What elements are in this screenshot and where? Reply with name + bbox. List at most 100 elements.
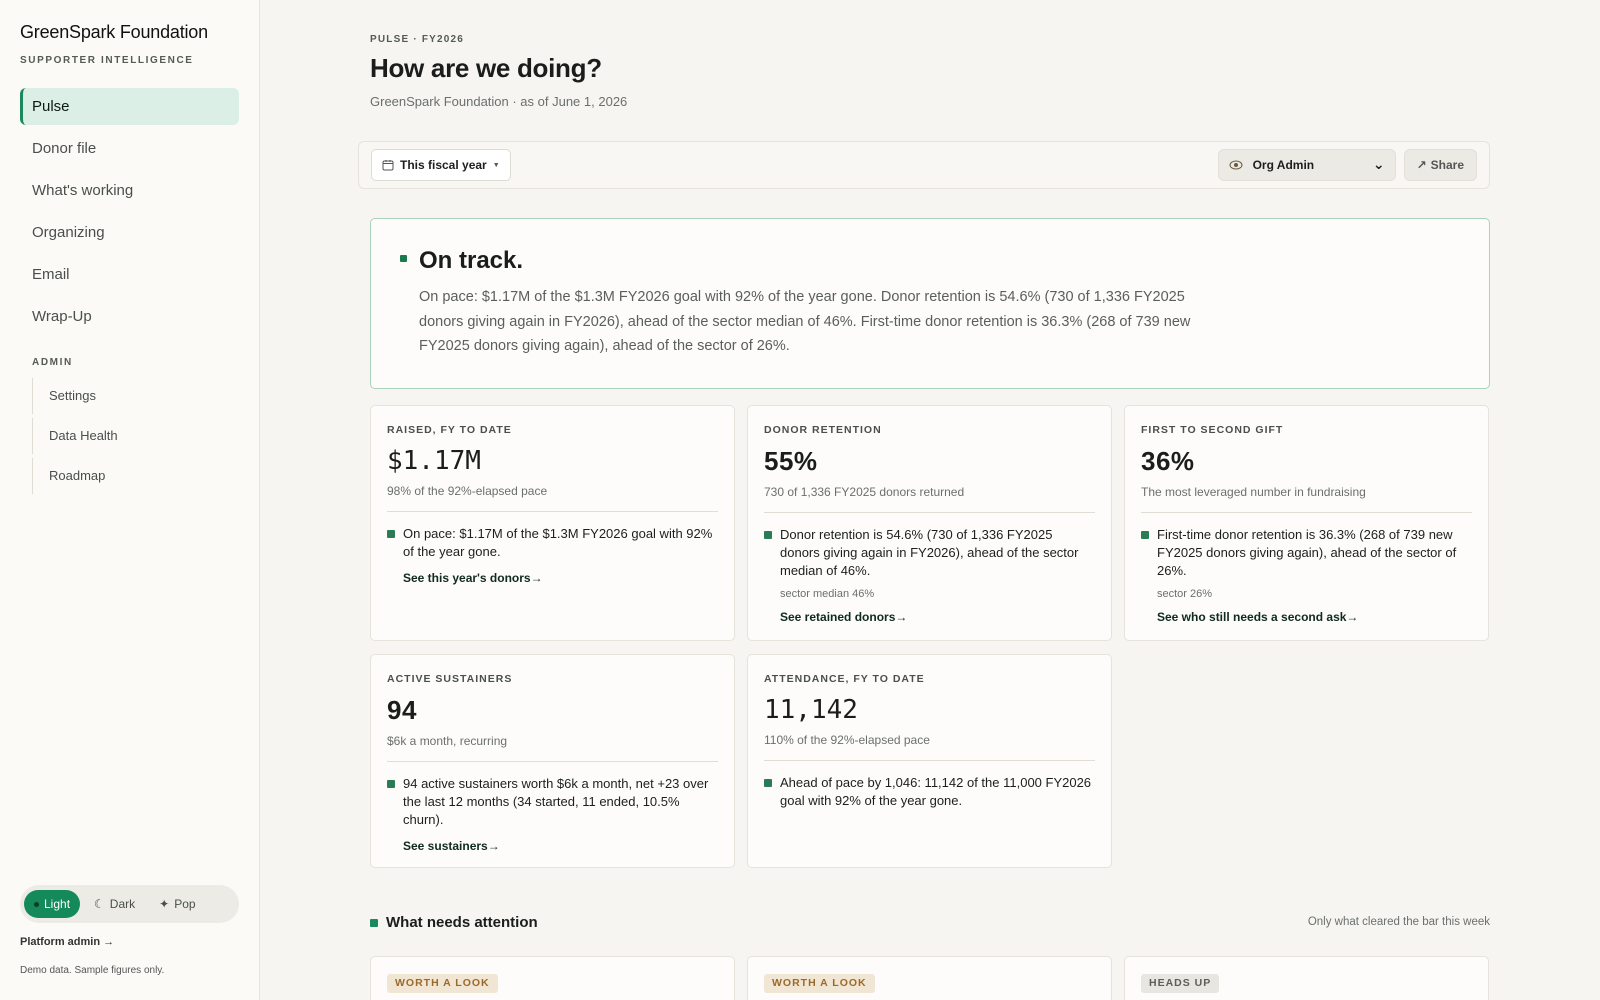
metric-subtext: The most leveraged number in fundraising [1141, 485, 1366, 499]
role-select-label: Org Admin [1252, 158, 1315, 172]
nav-item-roadmap[interactable]: Roadmap [32, 458, 239, 494]
metric-note-text: On pace: $1.17M of the $1.3M FY2026 goal… [403, 526, 713, 559]
theme-pop-button[interactable]: ✦ Pop [149, 890, 205, 918]
caret-down-icon: ▼ [492, 161, 500, 169]
metric-subtext: $6k a month, recurring [387, 734, 508, 748]
demo-note: Demo data. Sample figures only. [20, 965, 165, 976]
sidebar: GreenSpark Foundation SUPPORTER INTELLIG… [0, 0, 260, 1000]
theme-toggle: Light ☾ Dark ✦ Pop [20, 885, 239, 923]
attention-title: What needs attention [386, 914, 538, 931]
theme-light-label: Light [44, 897, 71, 911]
metric-label: DONOR RETENTION [764, 424, 882, 436]
attention-header: What needs attention Only what cleared t… [370, 912, 1490, 936]
toolbar: This fiscal year ▼ Org Admin ⌄ ↗ Share [358, 141, 1490, 189]
see-sustainers-link[interactable]: See sustainers→ [387, 839, 718, 853]
metric-note: Donor retention is 54.6% (730 of 1,336 F… [764, 526, 1095, 580]
attention-card[interactable]: WORTH A LOOK [747, 956, 1112, 1000]
nav-item-organizing[interactable]: Organizing [20, 214, 239, 251]
metric-value: $1.17M [387, 446, 481, 476]
nav-item-email[interactable]: Email [20, 256, 239, 293]
metric-benchmark: sector median 46% [780, 588, 875, 600]
attention-badge: WORTH A LOOK [764, 974, 875, 993]
metric-note: 94 active sustainers worth $6k a month, … [387, 775, 718, 829]
period-select[interactable]: This fiscal year ▼ [371, 149, 511, 181]
metric-value: 36% [1141, 446, 1195, 476]
see-this-years-donors-link[interactable]: See this year's donors→ [387, 571, 718, 585]
theme-dark-label: Dark [109, 897, 136, 911]
metric-value: 94 [387, 695, 417, 725]
metric-benchmark: sector 26% [1157, 588, 1213, 600]
page-eyebrow: PULSE · FY2026 [370, 34, 465, 45]
metric-note: On pace: $1.17M of the $1.3M FY2026 goal… [387, 525, 718, 561]
divider [764, 512, 1095, 513]
theme-pop-label: Pop [174, 897, 196, 911]
divider [764, 760, 1095, 761]
brand-name: GreenSpark Foundation [20, 22, 208, 42]
metric-note-text: Ahead of pace by 1,046: 11,142 of the 11… [780, 775, 1092, 808]
share-button[interactable]: ↗ Share [1403, 149, 1477, 181]
metric-note: Ahead of pace by 1,046: 11,142 of the 11… [764, 774, 1095, 810]
metric-subtext: 730 of 1,336 FY2025 donors returned [764, 485, 965, 499]
period-select-label: This fiscal year [400, 158, 487, 172]
moon-icon: ☾ [94, 897, 105, 911]
nav-item-whats-working[interactable]: What's working [20, 172, 239, 209]
metric-card-second-gift: FIRST TO SECOND GIFT 36% The most levera… [1124, 405, 1489, 641]
metric-label: ACTIVE SUSTAINERS [387, 673, 513, 685]
attention-note: Only what cleared the bar this week [1307, 916, 1490, 928]
page-title: How are we doing? [370, 53, 602, 83]
role-select[interactable]: Org Admin ⌄ [1217, 149, 1396, 181]
metric-card-attendance: ATTENDANCE, FY TO DATE 11,142 110% of th… [747, 654, 1112, 868]
status-title: On track. [419, 247, 524, 274]
bullet-icon [1141, 531, 1149, 539]
main-content: PULSE · FY2026 How are we doing? GreenSp… [358, 0, 1490, 1000]
toolbar-right: Org Admin ⌄ ↗ Share [1217, 149, 1477, 181]
metric-value: 55% [764, 446, 818, 476]
theme-light-button[interactable]: Light [24, 890, 81, 918]
nav-item-donor-file[interactable]: Donor file [20, 130, 239, 167]
sparkle-icon: ✦ [159, 897, 170, 911]
share-arrow-icon: ↗ [1416, 158, 1427, 172]
metric-card-sustainers: ACTIVE SUSTAINERS 94 $6k a month, recurr… [370, 654, 735, 868]
section-bullet-icon [370, 919, 378, 927]
bullet-icon [764, 779, 772, 787]
metric-subtext: 110% of the 92%-elapsed pace [764, 733, 930, 747]
metric-card-raised: RAISED, FY TO DATE $1.17M 98% of the 92%… [370, 405, 735, 641]
eye-icon [1229, 160, 1243, 170]
metric-note-text: First-time donor retention is 36.3% (268… [1157, 527, 1457, 578]
metric-value: 11,142 [764, 695, 858, 725]
calendar-icon [382, 160, 394, 171]
share-label: Share [1430, 158, 1464, 172]
bullet-icon [387, 780, 395, 788]
metric-note: First-time donor retention is 36.3% (268… [1141, 526, 1472, 580]
attention-card[interactable]: HEADS UP [1124, 956, 1489, 1000]
brand-subtitle: SUPPORTER INTELLIGENCE [20, 55, 194, 66]
see-second-ask-link[interactable]: See who still needs a second ask→ [1141, 610, 1472, 624]
nav-item-settings[interactable]: Settings [32, 378, 239, 414]
status-indicator [400, 255, 407, 262]
attention-card[interactable]: WORTH A LOOK [370, 956, 735, 1000]
see-retained-donors-link[interactable]: See retained donors→ [764, 610, 1095, 624]
attention-badge: WORTH A LOOK [387, 974, 498, 993]
nav-item-pulse[interactable]: Pulse [20, 88, 239, 125]
status-card: On track. On pace: $1.17M of the $1.3M F… [370, 218, 1490, 389]
divider [1141, 512, 1472, 513]
nav-item-data-health[interactable]: Data Health [32, 418, 239, 454]
platform-admin-link[interactable]: Platform admin → [20, 936, 114, 948]
main-nav: Pulse Donor file What's working Organizi… [20, 88, 239, 335]
attention-badge: HEADS UP [1141, 974, 1220, 993]
metric-label: FIRST TO SECOND GIFT [1141, 424, 1284, 436]
status-summary: On pace: $1.17M of the $1.3M FY2026 goal… [419, 289, 1191, 354]
metric-note-text: 94 active sustainers worth $6k a month, … [403, 776, 709, 827]
page-subtitle: GreenSpark Foundation · as of June 1, 20… [370, 94, 628, 109]
divider [387, 511, 718, 512]
theme-dark-button[interactable]: ☾ Dark [84, 890, 145, 918]
metric-card-retention: DONOR RETENTION 55% 730 of 1,336 FY2025 … [747, 405, 1112, 641]
bullet-icon [764, 531, 772, 539]
admin-section-label: ADMIN [32, 357, 73, 368]
divider [387, 761, 718, 762]
chevron-down-icon: ⌄ [1372, 156, 1385, 172]
metric-note-text: Donor retention is 54.6% (730 of 1,336 F… [780, 527, 1079, 578]
metric-label: ATTENDANCE, FY TO DATE [764, 673, 925, 685]
nav-item-wrap-up[interactable]: Wrap-Up [20, 298, 239, 335]
bullet-icon [387, 530, 395, 538]
